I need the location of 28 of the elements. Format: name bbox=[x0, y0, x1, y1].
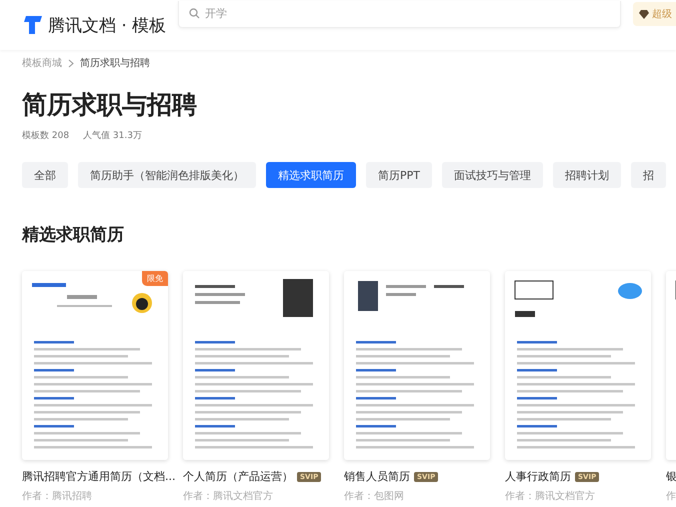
template-title[interactable]: 销售人员简历 bbox=[344, 469, 410, 484]
template-title[interactable]: 腾讯招聘官方通用简历（文档... bbox=[22, 469, 176, 484]
logo-text: 腾讯文档 · 模板 bbox=[48, 14, 166, 36]
author-text: 作者：腾讯招聘 bbox=[22, 490, 93, 503]
author-text: 作 bbox=[666, 490, 676, 503]
page-title: 简历求职与招聘 bbox=[22, 89, 198, 121]
category-tab[interactable]: 全部 bbox=[22, 162, 68, 188]
category-tab[interactable]: 招聘计划 bbox=[553, 162, 621, 188]
category-tab[interactable]: 招 bbox=[631, 162, 666, 188]
category-tab[interactable]: 精选求职简历 bbox=[266, 162, 356, 188]
free-tag: 限免 bbox=[142, 271, 168, 286]
breadcrumb-item: 简历求职与招聘 bbox=[80, 56, 150, 70]
template-title[interactable]: 人事行政简历 bbox=[505, 469, 571, 484]
logo-icon bbox=[22, 14, 44, 36]
search-placeholder: 开学 bbox=[205, 6, 228, 21]
author-text: 作者：腾讯文档官方 bbox=[505, 490, 596, 503]
author-text: 作者：包图网 bbox=[344, 490, 405, 503]
category-tab[interactable]: 简历PPT bbox=[366, 162, 432, 188]
chevron-right-icon bbox=[68, 58, 74, 68]
category-tab[interactable]: 面试技巧与管理 bbox=[442, 162, 543, 188]
section-title: 精选求职简历 bbox=[22, 224, 125, 246]
category-tab[interactable]: 简历助手（智能润色排版美化） bbox=[78, 162, 256, 188]
diamond-icon bbox=[639, 10, 649, 18]
search-icon bbox=[189, 8, 200, 19]
stat-text: 人气值 31.3万 bbox=[83, 130, 142, 142]
stat-text: 模板数 208 bbox=[22, 130, 70, 142]
author-text: 作者：腾讯文档官方 bbox=[183, 490, 274, 503]
template-title[interactable]: 个人简历（产品运营） bbox=[183, 469, 293, 484]
